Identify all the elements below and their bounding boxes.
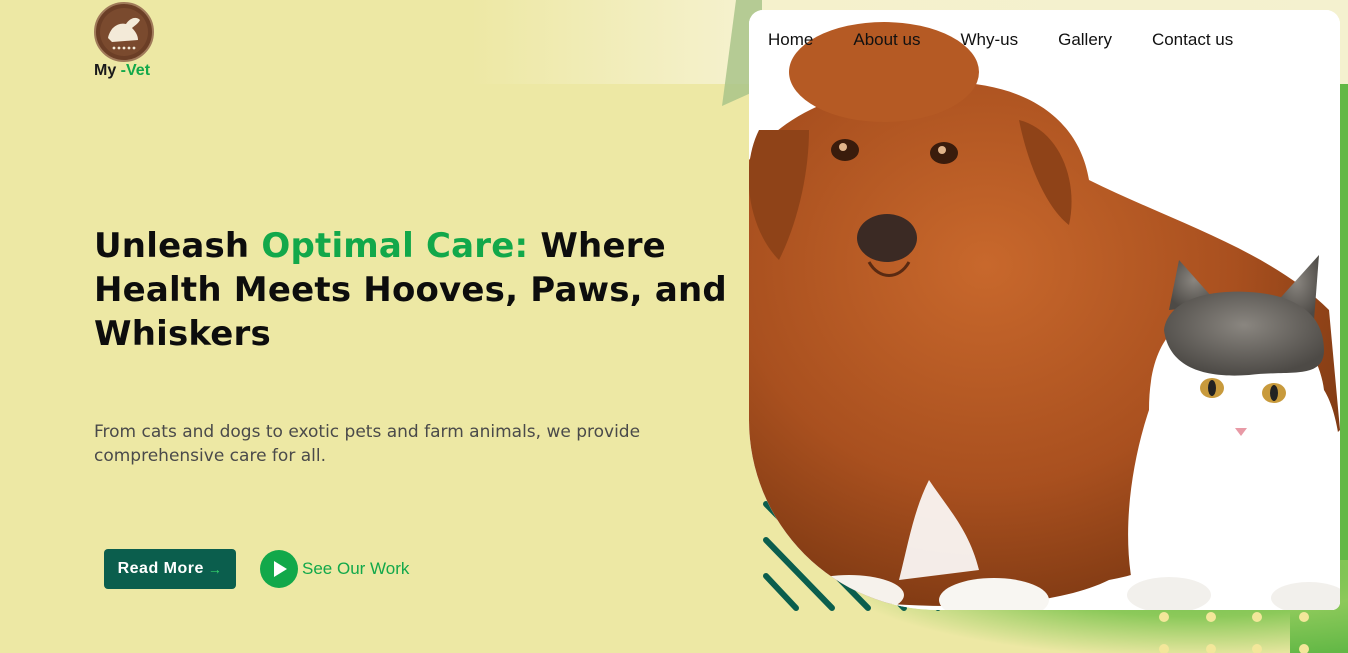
pets-logo-icon[interactable] [94, 2, 154, 62]
read-more-label: Read More [117, 560, 204, 577]
nav-item-contact-us[interactable]: Contact us [1152, 30, 1233, 52]
see-our-work-link[interactable]: See Our Work [302, 559, 409, 579]
headline-part1: Unleash [94, 226, 262, 266]
nav-item-why-us[interactable]: Why-us [960, 30, 1018, 52]
play-icon [274, 561, 287, 577]
headline-accent: Optimal Care: [261, 226, 529, 266]
nav-item-about-us[interactable]: About us [853, 30, 920, 52]
hero-subtext: From cats and dogs to exotic pets and fa… [94, 422, 641, 466]
nav-item-home[interactable]: Home [768, 30, 813, 52]
main-nav: Home About us Why-us Gallery Contact us [768, 30, 1273, 52]
brand-name-part1: My [94, 62, 117, 79]
dog-and-cat-illustration [749, 10, 1340, 610]
brand-name[interactable]: My -Vet [94, 62, 150, 80]
arrow-right-icon: → [207, 561, 223, 577]
play-button[interactable] [260, 550, 298, 588]
brand-name-part2: -Vet [116, 62, 151, 79]
hero-headline: Unleash Optimal Care: Where Health Meets… [94, 224, 744, 356]
hero-photo [749, 10, 1340, 610]
decorative-dots [1159, 612, 1309, 653]
nav-item-gallery[interactable]: Gallery [1058, 30, 1112, 52]
read-more-button[interactable]: Read More → [104, 549, 236, 589]
